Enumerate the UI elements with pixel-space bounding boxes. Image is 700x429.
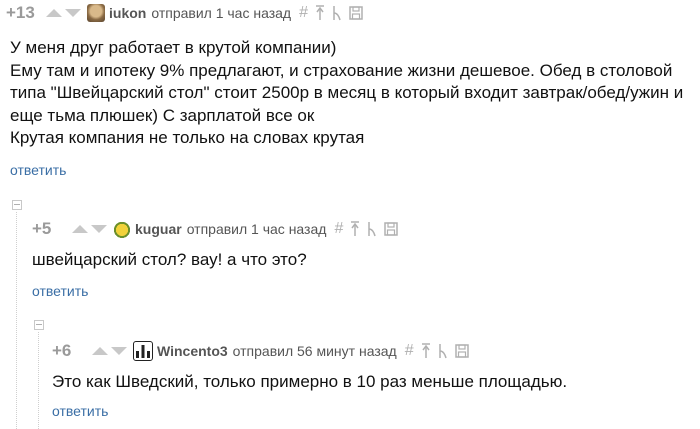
comment-line: швейцарский стол? вау! а что это? bbox=[32, 250, 307, 269]
comment-meta: отправил 1 час назад bbox=[151, 5, 292, 21]
avatar[interactable] bbox=[87, 4, 105, 22]
hash-icon[interactable]: # bbox=[334, 220, 343, 238]
comment-body: швейцарский стол? вау! а что это? bbox=[32, 249, 307, 272]
thread-icon[interactable] bbox=[332, 5, 342, 21]
comment-header: +6 Wincento3 отправил 56 минут назад # bbox=[52, 340, 476, 362]
hash-icon[interactable]: # bbox=[299, 4, 308, 22]
comment-body: У меня друг работает в крутой компании) … bbox=[10, 37, 683, 150]
username[interactable]: kuguar bbox=[135, 221, 182, 237]
vote-up-icon[interactable] bbox=[46, 9, 62, 17]
comment-score: +6 bbox=[52, 341, 72, 360]
username[interactable]: Wincento3 bbox=[157, 343, 228, 359]
parent-comment-icon[interactable] bbox=[315, 5, 325, 21]
vote-down-icon[interactable] bbox=[91, 225, 107, 233]
vote-down-icon[interactable] bbox=[65, 9, 81, 17]
parent-comment-icon[interactable] bbox=[421, 343, 431, 359]
comment-body: Это как Шведский, только примерно в 10 р… bbox=[52, 371, 567, 394]
comment-meta: отправил 1 час назад bbox=[186, 221, 327, 237]
comment-meta: отправил 56 минут назад bbox=[232, 343, 397, 359]
reply-link[interactable]: ответить bbox=[10, 162, 66, 178]
vote-controls bbox=[92, 347, 127, 355]
comment-line: типа "Швейцарский стол" стоит 2500р в ме… bbox=[10, 83, 684, 102]
collapse-toggle[interactable] bbox=[12, 200, 22, 210]
comment-header: +13 iukon отправил 1 час назад # bbox=[6, 2, 370, 24]
save-icon[interactable] bbox=[384, 222, 399, 236]
thread-icon[interactable] bbox=[367, 221, 377, 237]
vote-controls bbox=[46, 9, 81, 17]
vote-up-icon[interactable] bbox=[72, 225, 88, 233]
comment-line: Крутая компания не только на словах крут… bbox=[10, 128, 365, 147]
thread-line bbox=[16, 212, 18, 429]
username[interactable]: iukon bbox=[109, 5, 146, 21]
thread-line bbox=[38, 332, 40, 429]
save-icon[interactable] bbox=[349, 6, 363, 20]
reply-link[interactable]: ответить bbox=[52, 403, 108, 419]
avatar[interactable] bbox=[113, 220, 131, 238]
vote-up-icon[interactable] bbox=[92, 347, 108, 355]
comment-line: У меня друг работает в крутой компании) bbox=[10, 38, 337, 57]
comment-line: Это как Шведский, только примерно в 10 р… bbox=[52, 372, 568, 391]
avatar[interactable] bbox=[133, 341, 153, 361]
thread-icon[interactable] bbox=[438, 343, 448, 359]
comment-header: +5 kuguar отправил 1 час назад # bbox=[32, 218, 405, 240]
parent-comment-icon[interactable] bbox=[350, 221, 360, 237]
hash-icon[interactable]: # bbox=[405, 342, 414, 360]
reply-link[interactable]: ответить bbox=[32, 283, 88, 299]
vote-down-icon[interactable] bbox=[111, 347, 127, 355]
vote-controls bbox=[72, 225, 107, 233]
comment-score: +5 bbox=[32, 219, 52, 238]
comment-line: еще тьма плюшек) С зарплатой все ок bbox=[10, 105, 315, 125]
collapse-toggle[interactable] bbox=[34, 320, 44, 330]
comment-score: +13 bbox=[6, 3, 35, 22]
comment-line: Ему там и ипотеку 9% предлагают, и страх… bbox=[10, 60, 673, 80]
save-icon[interactable] bbox=[454, 344, 469, 358]
